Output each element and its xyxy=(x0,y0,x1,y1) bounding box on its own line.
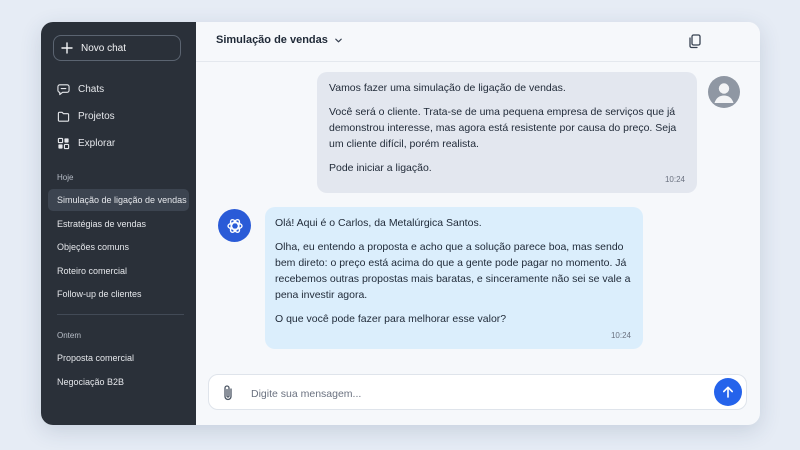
message-paragraph: Olha, eu entendo a proposta e acho que a… xyxy=(275,241,631,301)
assistant-logo-icon xyxy=(226,218,243,233)
chat-bubble-icon xyxy=(57,84,70,96)
message-paragraph: O que você pode fazer para melhorar esse… xyxy=(275,313,507,325)
chevron-down-icon xyxy=(335,38,342,42)
sidebar-item-projects[interactable]: Projetos xyxy=(57,110,115,123)
sidebar-item-explore[interactable]: Explorar xyxy=(57,137,115,150)
user-avatar xyxy=(708,76,740,108)
history-item[interactable]: Roteiro comercial xyxy=(48,260,189,282)
app-window: Novo chat Chats Projetos Explorar Hoje S… xyxy=(41,22,760,425)
history-item[interactable]: Follow-up de clientes xyxy=(48,283,189,305)
sidebar: Novo chat Chats Projetos Explorar Hoje S… xyxy=(41,22,196,425)
grid-icon xyxy=(57,137,70,150)
sidebar-item-chats[interactable]: Chats xyxy=(57,83,104,96)
user-icon xyxy=(714,83,734,103)
message-timestamp: 10:24 xyxy=(664,175,685,184)
message-paragraph: Vamos fazer uma simulação de ligação de … xyxy=(329,82,566,94)
folder-icon xyxy=(57,111,70,122)
message-composer xyxy=(208,374,747,410)
history-item[interactable]: Estratégias de vendas xyxy=(48,213,189,235)
paperclip-icon[interactable] xyxy=(221,384,235,402)
assistant-avatar xyxy=(218,209,251,242)
message-paragraph: Olá! Aqui é o Carlos, da Metalúrgica San… xyxy=(275,217,482,229)
conversation-title[interactable]: Simulação de vendas xyxy=(216,34,343,46)
page-title: Simulação de vendas xyxy=(216,34,328,46)
chat-main: Simulação de vendas Vamos fazer uma simu… xyxy=(196,22,760,425)
plus-icon xyxy=(61,42,73,54)
new-chat-button[interactable]: Novo chat xyxy=(53,35,181,61)
copy-icon[interactable] xyxy=(687,33,703,49)
sidebar-divider xyxy=(57,314,184,315)
new-chat-label: Novo chat xyxy=(81,42,127,54)
history-item[interactable]: Negociação B2B xyxy=(48,371,189,393)
sidebar-item-label: Explorar xyxy=(78,138,116,149)
message-paragraph: Pode iniciar a ligação. xyxy=(329,162,432,174)
arrow-up-icon xyxy=(723,386,733,398)
user-message: Vamos fazer uma simulação de ligação de … xyxy=(317,72,697,193)
section-label-today: Hoje xyxy=(57,173,74,182)
history-item-active[interactable]: Simulação de ligação de vendas xyxy=(48,189,189,211)
sidebar-item-label: Projetos xyxy=(78,111,115,122)
assistant-message: Olá! Aqui é o Carlos, da Metalúrgica San… xyxy=(265,207,643,349)
message-paragraph: Você será o cliente. Trata-se de uma peq… xyxy=(329,106,677,150)
message-timestamp: 10:24 xyxy=(610,331,631,340)
send-button[interactable] xyxy=(714,378,742,406)
sidebar-item-label: Chats xyxy=(78,84,105,95)
history-item[interactable]: Proposta comercial xyxy=(48,347,189,369)
history-item[interactable]: Objeções comuns xyxy=(48,236,189,258)
top-bar: Simulação de vendas xyxy=(196,22,760,62)
section-label-yesterday: Ontem xyxy=(57,331,82,340)
message-input[interactable] xyxy=(249,384,693,404)
